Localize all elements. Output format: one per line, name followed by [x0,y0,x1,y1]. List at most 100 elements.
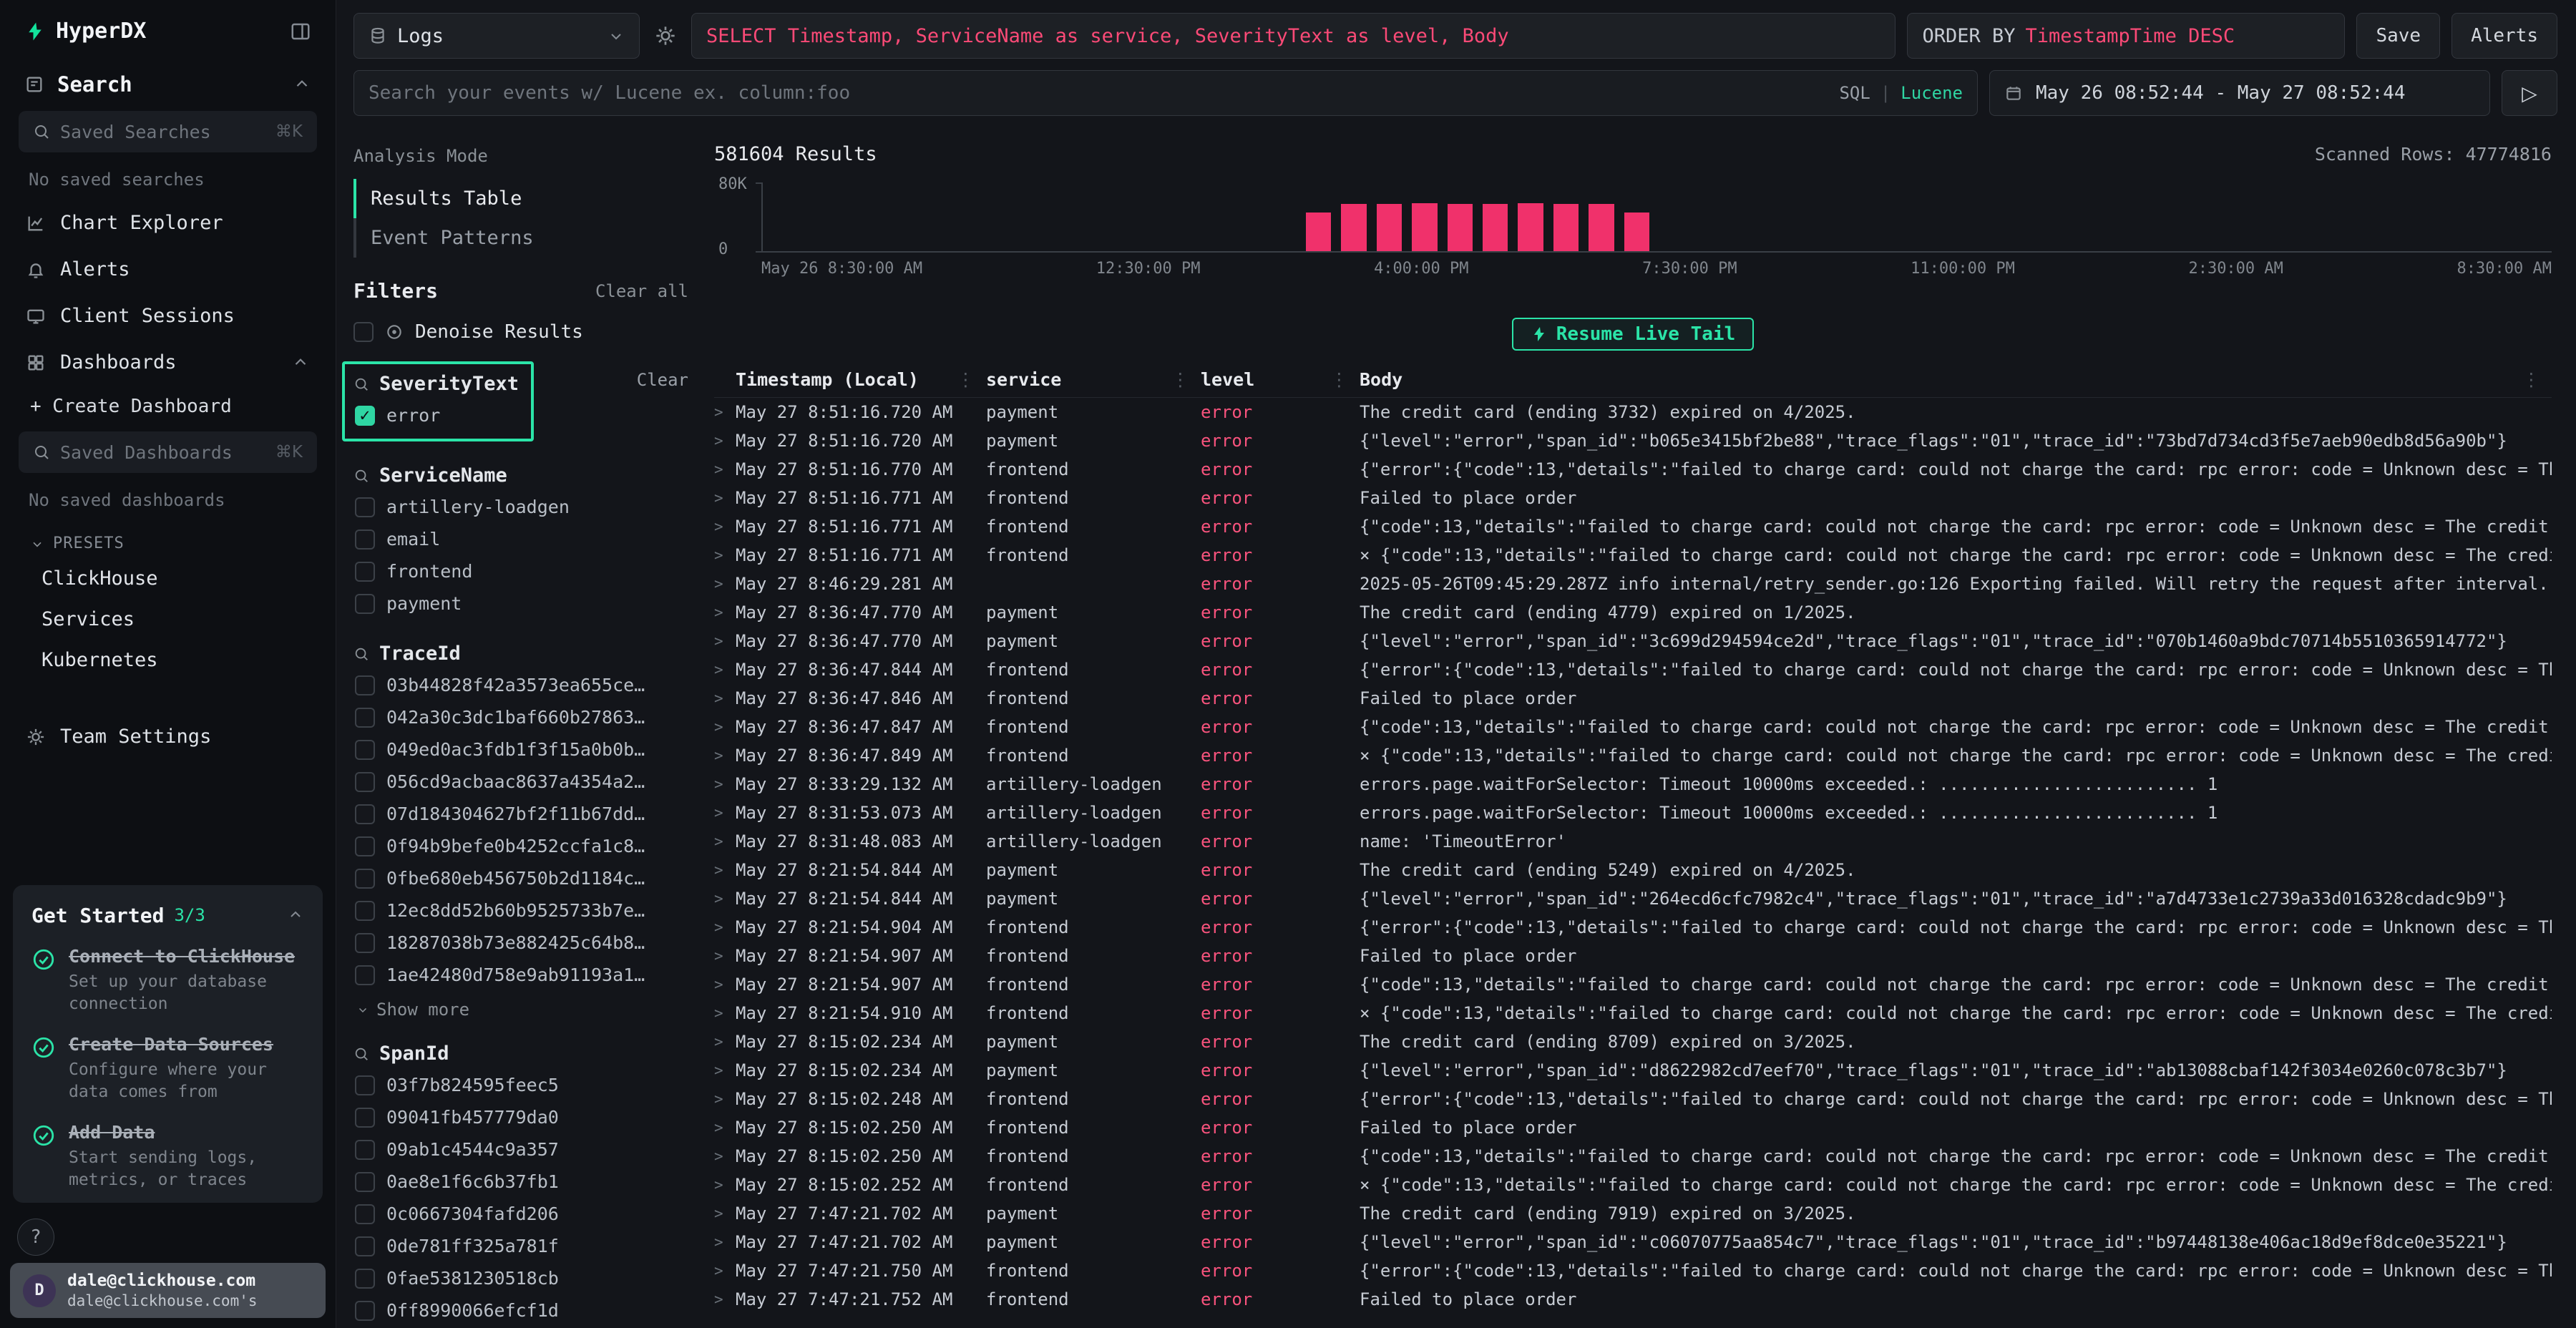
table-row[interactable]: >May 27 8:15:02.252 AMfrontenderror× {"c… [714,1171,2552,1199]
denoise-results-toggle[interactable]: Denoise Results [353,321,688,343]
sidebar-item-clickhouse[interactable]: ClickHouse [0,558,336,599]
table-row[interactable]: >May 27 8:15:02.234 AMpaymenterrorThe cr… [714,1027,2552,1056]
create-dashboard-button[interactable]: + Create Dashboard [0,386,336,424]
table-row[interactable]: >May 27 8:15:02.248 AMfrontenderror{"err… [714,1085,2552,1113]
column-menu-icon[interactable]: ⋮ [957,369,986,390]
order-by-input[interactable]: ORDER BY TimestampTime DESC [1907,13,2345,59]
filter-option[interactable]: 1ae42480d758e9ab91193a1… [353,959,688,991]
filter-checkbox[interactable] [355,836,375,856]
table-row[interactable]: >May 27 8:51:16.771 AMfrontenderror× {"c… [714,541,2552,570]
row-expand-chevron[interactable]: > [714,1005,736,1022]
collapse-sidebar-icon[interactable] [290,21,311,42]
filter-option[interactable]: 03f7b824595feec5 [353,1069,688,1101]
filter-checkbox[interactable] [355,901,375,921]
filter-group-title[interactable]: SpanId [379,1043,449,1065]
table-row[interactable]: >May 27 7:47:21.750 AMfrontenderror{"err… [714,1256,2552,1285]
row-expand-chevron[interactable]: > [714,518,736,535]
help-button[interactable]: ? [17,1219,54,1256]
row-expand-chevron[interactable]: > [714,804,736,821]
row-expand-chevron[interactable]: > [714,547,736,564]
table-row[interactable]: >May 27 8:15:02.250 AMfrontenderrorFaile… [714,1113,2552,1142]
lucene-search-input[interactable]: Search your events w/ Lucene ex. column:… [353,70,1978,116]
filter-checkbox[interactable] [355,1172,375,1192]
alerts-button[interactable]: Alerts [2451,13,2557,59]
filter-group-title[interactable]: SeverityText [379,373,519,395]
filter-option[interactable]: 0ff8990066efcf1d [353,1294,688,1327]
filter-checkbox[interactable] [355,772,375,792]
row-expand-chevron[interactable]: > [714,976,736,993]
row-expand-chevron[interactable]: > [714,690,736,707]
row-expand-chevron[interactable]: > [714,776,736,793]
filter-option[interactable]: artillery-loadgen [353,491,688,523]
table-row[interactable]: >May 27 7:47:21.752 AMfrontenderrorFaile… [714,1285,2552,1314]
filter-option[interactable]: 0ae8e1f6c6b37fb1 [353,1166,688,1198]
filter-checkbox[interactable] [355,1108,375,1128]
row-expand-chevron[interactable]: > [714,661,736,678]
row-expand-chevron[interactable]: > [714,404,736,421]
column-menu-icon[interactable]: ⋮ [1171,369,1201,390]
resume-live-tail-button[interactable]: Resume Live Tail [1512,318,1754,351]
show-more-traceid[interactable]: Show more [353,991,688,1020]
filter-checkbox[interactable] [355,1301,375,1321]
row-expand-chevron[interactable]: > [714,575,736,592]
row-expand-chevron[interactable]: > [714,1234,736,1251]
filter-checkbox[interactable] [355,740,375,760]
sidebar-item-dashboards[interactable]: Dashboards [0,339,336,386]
filter-option[interactable]: 07d184304627bf2f11b67dd… [353,798,688,830]
row-expand-chevron[interactable]: > [714,833,736,850]
row-expand-chevron[interactable]: > [714,1119,736,1136]
saved-searches-input[interactable]: Saved Searches ⌘K [19,111,317,152]
filter-checkbox[interactable] [355,529,375,550]
row-expand-chevron[interactable]: > [714,1062,736,1079]
table-row[interactable]: >May 27 8:33:29.132 AMartillery-loadgene… [714,770,2552,799]
filter-option[interactable]: 056cd9acbaac8637a4354a2… [353,766,688,798]
row-expand-chevron[interactable]: > [714,604,736,621]
row-expand-chevron[interactable]: > [714,489,736,507]
filter-group-title[interactable]: ServiceName [379,464,507,487]
filter-checkbox[interactable] [355,804,375,824]
filter-group-title[interactable]: TraceId [379,643,461,665]
events-histogram[interactable]: 80K 0 [761,182,2552,253]
brand[interactable]: HyperDX [24,19,146,44]
run-query-button[interactable]: ▷ [2502,70,2557,116]
get-started-item[interactable]: Create Data Sources Configure where your… [31,1034,304,1103]
filter-checkbox[interactable] [355,1075,375,1095]
table-row[interactable]: >May 27 8:36:47.770 AMpaymenterror{"leve… [714,627,2552,655]
column-menu-icon[interactable]: ⋮ [1330,369,1360,390]
filter-option[interactable]: 042a30c3dc1baf660b27863… [353,701,688,733]
source-select[interactable]: Logs [353,13,640,59]
clear-severity-button[interactable]: Clear [637,370,688,390]
table-row[interactable]: >May 27 8:36:47.844 AMfrontenderror{"err… [714,655,2552,684]
table-row[interactable]: >May 27 8:36:47.846 AMfrontenderrorFaile… [714,684,2552,713]
row-expand-chevron[interactable]: > [714,861,736,879]
filter-option[interactable]: ✓error [353,399,521,431]
filter-checkbox[interactable] [355,594,375,614]
filter-option[interactable]: 09041fb457779da0 [353,1101,688,1133]
table-row[interactable]: >May 27 8:51:16.720 AMpaymenterrorThe cr… [714,398,2552,426]
user-menu[interactable]: D dale@clickhouse.com dale@clickhouse.co… [10,1263,326,1318]
sidebar-item-alerts[interactable]: Alerts [0,246,336,293]
sidebar-item-kubernetes[interactable]: Kubernetes [0,640,336,680]
filter-checkbox[interactable] [355,562,375,582]
sidebar-item-services[interactable]: Services [0,599,336,640]
column-header-body[interactable]: Body⋮ [1360,369,2552,390]
row-expand-chevron[interactable]: > [714,919,736,936]
filter-checkbox[interactable] [355,1236,375,1256]
row-expand-chevron[interactable]: > [714,633,736,650]
filter-option[interactable]: 18287038b73e882425c64b8… [353,927,688,959]
table-row[interactable]: >May 27 8:15:02.250 AMfrontenderror{"cod… [714,1142,2552,1171]
mode-results-table[interactable]: Results Table [353,179,688,218]
filter-option[interactable]: 0fae5381230518cb [353,1262,688,1294]
sidebar-item-search[interactable]: Search [0,54,336,104]
filter-checkbox[interactable] [355,708,375,728]
table-row[interactable]: >May 27 8:51:16.771 AMfrontenderrorFaile… [714,484,2552,512]
table-row[interactable]: >May 27 8:51:16.720 AMpaymenterror{"leve… [714,426,2552,455]
row-expand-chevron[interactable]: > [714,1090,736,1108]
row-expand-chevron[interactable]: > [714,1033,736,1050]
row-expand-chevron[interactable]: > [714,461,736,478]
row-expand-chevron[interactable]: > [714,718,736,736]
row-expand-chevron[interactable]: > [714,747,736,764]
filter-option[interactable]: email [353,523,688,555]
table-row[interactable]: >May 27 8:46:29.281 AMerror2025-05-26T09… [714,570,2552,598]
filter-checkbox[interactable] [355,933,375,953]
